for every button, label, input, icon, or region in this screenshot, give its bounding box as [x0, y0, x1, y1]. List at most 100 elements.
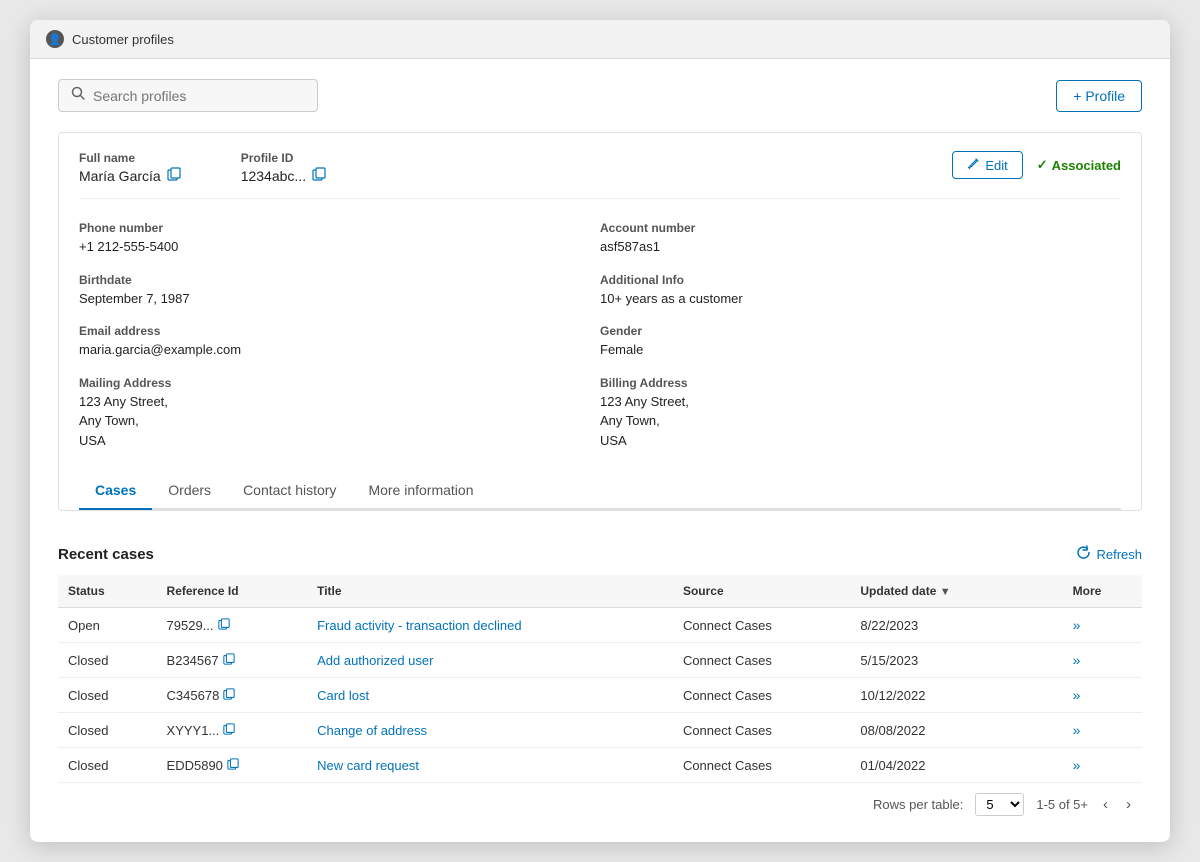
cell-title[interactable]: Change of address	[307, 713, 673, 748]
cell-title[interactable]: Fraud activity - transaction declined	[307, 608, 673, 643]
more-icon[interactable]: »	[1073, 757, 1081, 773]
cell-more[interactable]: »	[1063, 678, 1142, 713]
cell-source: Connect Cases	[673, 748, 850, 783]
cell-spacer	[1030, 643, 1063, 678]
table-footer: Rows per table: 5 10 25 1-5 of 5+ ‹ ›	[58, 782, 1142, 822]
birthdate-field: Birthdate September 7, 1987	[79, 265, 600, 317]
cell-spacer	[1030, 713, 1063, 748]
copy-full-name-icon[interactable]	[167, 167, 181, 184]
more-icon[interactable]: »	[1073, 722, 1081, 738]
copy-ref-icon[interactable]	[223, 653, 235, 668]
cell-title[interactable]: Add authorized user	[307, 643, 673, 678]
rows-per-table-select[interactable]: 5 10 25	[975, 793, 1024, 816]
profile-header: Full name María García P	[79, 151, 1121, 199]
cases-section: Recent cases Refresh Status Referen	[58, 529, 1142, 822]
search-input[interactable]	[93, 88, 305, 104]
cell-spacer	[1030, 678, 1063, 713]
phone-label: Phone number	[79, 221, 600, 235]
account-label: Account number	[600, 221, 1121, 235]
customer-profiles-window: 👤 Customer profiles + Profile	[30, 20, 1170, 842]
more-icon[interactable]: »	[1073, 687, 1081, 703]
billing-field: Billing Address 123 Any Street, Any Town…	[600, 368, 1121, 459]
full-name-label: Full name	[79, 151, 181, 165]
prev-page-button[interactable]: ‹	[1100, 796, 1111, 813]
profile-actions: Edit ✓ Associated	[952, 151, 1121, 179]
sort-icon[interactable]: ▼	[940, 586, 951, 598]
cell-ref-id: EDD5890	[157, 748, 308, 783]
profile-ids: Full name María García P	[79, 151, 326, 184]
top-bar: + Profile	[58, 79, 1142, 112]
additional-value: 10+ years as a customer	[600, 289, 1121, 309]
tabs: Cases Orders Contact history More inform…	[79, 472, 1121, 510]
cell-ref-id: XYYY1...	[157, 713, 308, 748]
table-row: Closed XYYY1... Change of address Connec…	[58, 713, 1142, 748]
window-title: Customer profiles	[72, 32, 174, 47]
cell-status: Closed	[58, 678, 157, 713]
next-page-button[interactable]: ›	[1123, 796, 1134, 813]
main-content: + Profile Full name María García	[30, 59, 1170, 842]
gender-field: Gender Female	[600, 316, 1121, 368]
copy-profile-id-icon[interactable]	[312, 167, 326, 184]
birthdate-value: September 7, 1987	[79, 289, 600, 309]
billing-label: Billing Address	[600, 376, 1121, 390]
cell-status: Closed	[58, 643, 157, 678]
col-more: More	[1063, 575, 1142, 608]
cell-ref-id: C345678	[157, 678, 308, 713]
more-icon[interactable]: »	[1073, 617, 1081, 633]
gender-label: Gender	[600, 324, 1121, 338]
copy-ref-icon[interactable]	[223, 723, 235, 738]
email-label: Email address	[79, 324, 600, 338]
tab-more-information[interactable]: More information	[352, 472, 489, 510]
refresh-button[interactable]: Refresh	[1076, 545, 1142, 563]
copy-ref-icon[interactable]	[218, 618, 230, 633]
profile-section: Full name María García P	[58, 132, 1142, 511]
gender-value: Female	[600, 340, 1121, 360]
phone-field: Phone number +1 212-555-5400	[79, 213, 600, 265]
rows-per-table-label: Rows per table:	[873, 797, 963, 812]
cell-title[interactable]: New card request	[307, 748, 673, 783]
mailing-label: Mailing Address	[79, 376, 600, 390]
tab-cases[interactable]: Cases	[79, 472, 152, 510]
edit-label: Edit	[985, 158, 1007, 173]
billing-value: 123 Any Street, Any Town, USA	[600, 392, 1121, 451]
cell-title[interactable]: Card lost	[307, 678, 673, 713]
tab-contact-history[interactable]: Contact history	[227, 472, 352, 510]
col-updated-date: Updated date ▼	[850, 575, 1030, 608]
account-value: asf587as1	[600, 237, 1121, 257]
app-icon: 👤	[46, 30, 64, 48]
edit-button[interactable]: Edit	[952, 151, 1022, 179]
cell-ref-id: 79529...	[157, 608, 308, 643]
cell-status: Closed	[58, 748, 157, 783]
associated-badge: ✓ Associated	[1037, 157, 1121, 173]
profile-id-field: Profile ID 1234abc...	[241, 151, 326, 184]
cell-updated-date: 01/04/2022	[850, 748, 1030, 783]
mailing-field: Mailing Address 123 Any Street, Any Town…	[79, 368, 600, 459]
table-row: Closed B234567 Add authorized user Conne…	[58, 643, 1142, 678]
cell-more[interactable]: »	[1063, 713, 1142, 748]
account-field: Account number asf587as1	[600, 213, 1121, 265]
col-spacer	[1030, 575, 1063, 608]
copy-ref-icon[interactable]	[227, 758, 239, 773]
add-profile-button[interactable]: + Profile	[1056, 80, 1142, 112]
cell-updated-date: 5/15/2023	[850, 643, 1030, 678]
cell-updated-date: 08/08/2022	[850, 713, 1030, 748]
table-row: Closed C345678 Card lost Connect Cases 1…	[58, 678, 1142, 713]
cell-spacer	[1030, 748, 1063, 783]
cell-more[interactable]: »	[1063, 643, 1142, 678]
cell-more[interactable]: »	[1063, 608, 1142, 643]
copy-ref-icon[interactable]	[223, 688, 235, 703]
cell-source: Connect Cases	[673, 678, 850, 713]
cases-header: Recent cases Refresh	[58, 545, 1142, 563]
cell-source: Connect Cases	[673, 713, 850, 748]
profile-id-label: Profile ID	[241, 151, 326, 165]
pagination-label: 1-5 of 5+	[1036, 797, 1088, 812]
profile-id-value: 1234abc...	[241, 167, 326, 184]
title-bar: 👤 Customer profiles	[30, 20, 1170, 59]
table-header-row: Status Reference Id Title Source Updated…	[58, 575, 1142, 608]
tab-orders[interactable]: Orders	[152, 472, 227, 510]
table-row: Open 79529... Fraud activity - transacti…	[58, 608, 1142, 643]
cell-more[interactable]: »	[1063, 748, 1142, 783]
more-icon[interactable]: »	[1073, 652, 1081, 668]
cell-source: Connect Cases	[673, 608, 850, 643]
table-row: Closed EDD5890 New card request Connect …	[58, 748, 1142, 783]
